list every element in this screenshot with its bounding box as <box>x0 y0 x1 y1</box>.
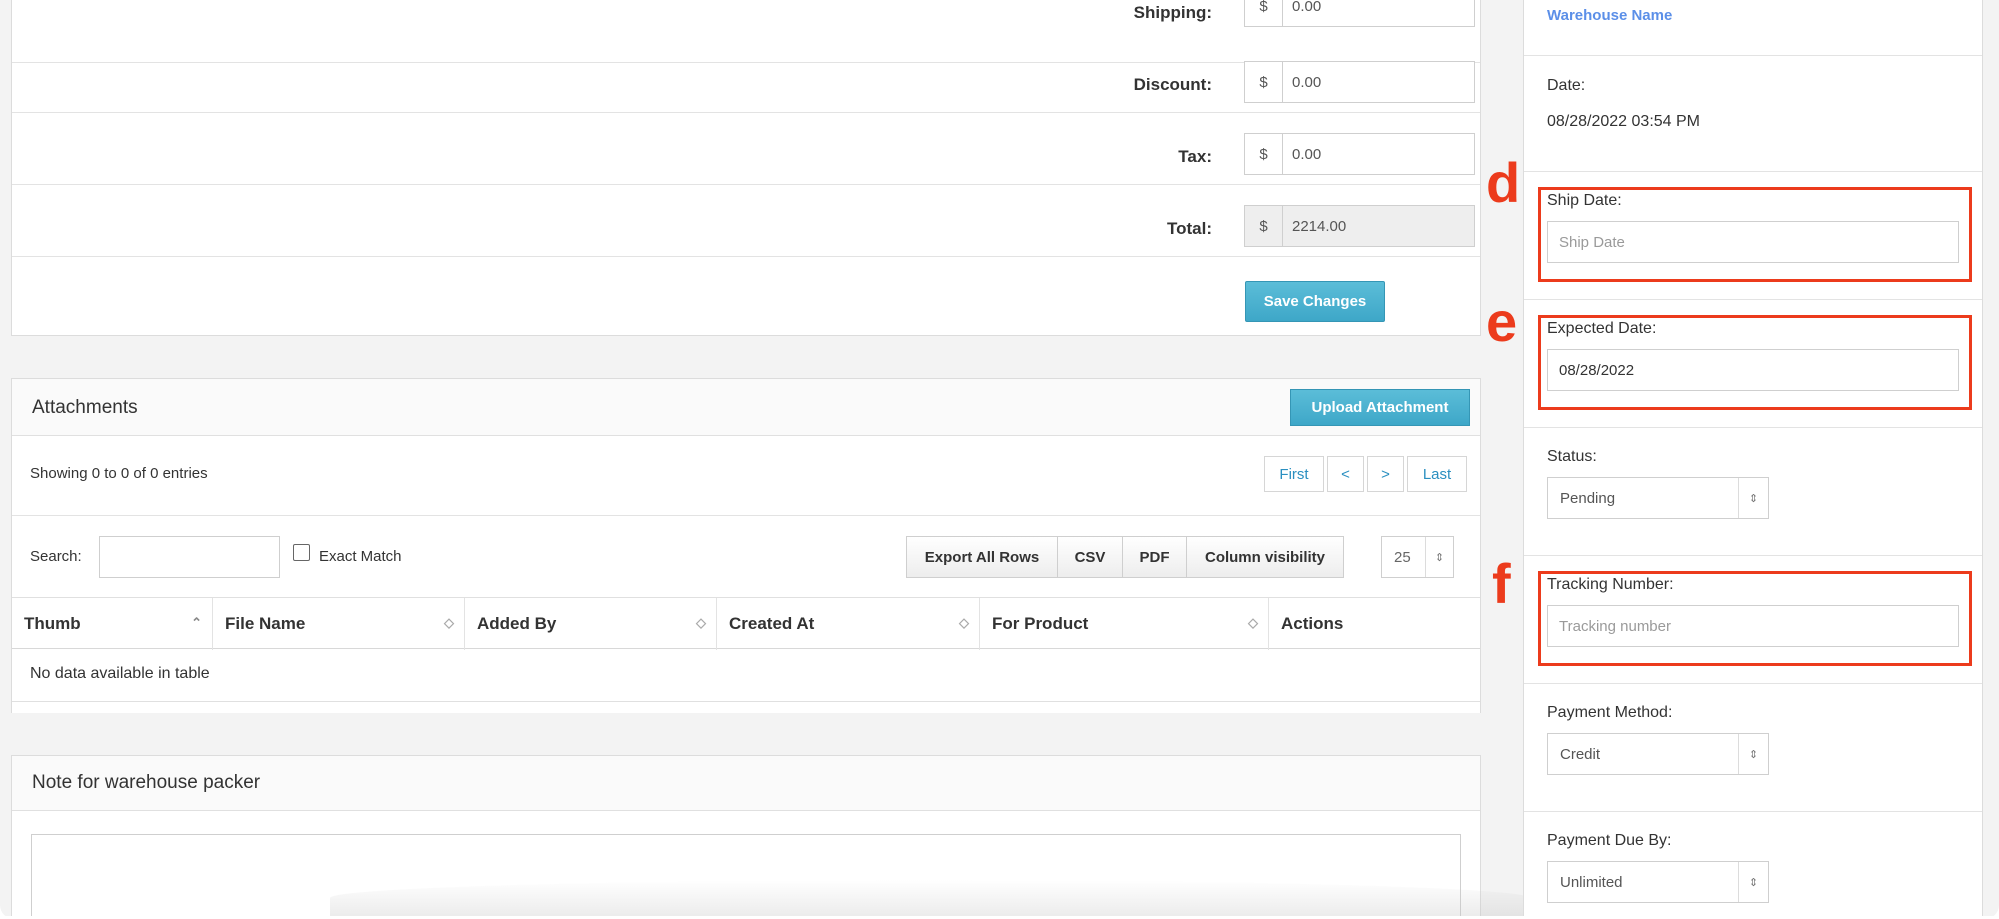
payment-method-section: Payment Method: Credit ⇕ <box>1524 684 1982 812</box>
date-value: 08/28/2022 03:54 PM <box>1547 113 1701 130</box>
annotation-box-expected-date <box>1538 315 1972 410</box>
shipping-label: Shipping: <box>1133 3 1212 22</box>
total-value: 2214.00 <box>1292 217 1347 235</box>
payment-due-value: Unlimited <box>1560 873 1623 891</box>
updown-chevron-icon: ⇕ <box>1425 537 1453 577</box>
total-label: Total: <box>1166 219 1212 238</box>
export-button-group: Export All Rows CSV PDF Column visibilit… <box>906 536 1344 578</box>
column-visibility-button[interactable]: Column visibility <box>1186 536 1344 578</box>
page-size-value: 25 <box>1394 548 1411 566</box>
search-input[interactable] <box>99 536 280 578</box>
pager-prev-button[interactable]: < <box>1327 456 1364 492</box>
order-details-sidebar: Warehouse Name Date: 08/28/2022 03:54 PM… <box>1523 0 1983 919</box>
sort-icon: ◇ <box>959 615 969 630</box>
column-label: Thumb <box>24 614 81 633</box>
status-value: Pending <box>1560 489 1616 507</box>
column-label: Added By <box>477 614 557 633</box>
exact-match-label: Exact Match <box>319 548 402 565</box>
save-changes-button[interactable]: Save Changes <box>1245 281 1385 322</box>
updown-chevron-icon: ⇕ <box>1738 862 1768 902</box>
annotation-box-ship-date <box>1538 187 1972 282</box>
export-csv-button[interactable]: CSV <box>1057 536 1123 578</box>
payment-due-section: Payment Due By: Unlimited ⇕ <box>1524 812 1982 919</box>
currency-prefix: $ <box>1245 0 1283 26</box>
pager-first-button[interactable]: First <box>1264 456 1324 492</box>
column-header-created-at[interactable]: Created At ◇ <box>717 598 980 650</box>
payment-due-label: Payment Due By: <box>1547 832 1672 849</box>
date-label: Date: <box>1547 77 1586 94</box>
pager-last-button[interactable]: Last <box>1407 456 1467 492</box>
export-pdf-button[interactable]: PDF <box>1122 536 1187 578</box>
pager-next-button[interactable]: > <box>1367 456 1404 492</box>
discount-value: 0.00 <box>1292 73 1322 91</box>
tax-input[interactable]: $ 0.00 <box>1244 133 1475 175</box>
tax-value: 0.00 <box>1292 145 1322 163</box>
status-section: Status: Pending ⇕ <box>1524 428 1982 556</box>
sort-asc-icon: ⌃ <box>191 615 202 630</box>
total-row: Total: $ 2214.00 <box>12 185 1480 257</box>
sort-icon: ◇ <box>1248 615 1258 630</box>
payment-method-value: Credit <box>1560 745 1601 763</box>
attachments-header: Attachments Upload Attachment <box>12 379 1480 436</box>
tax-label: Tax: <box>1178 147 1212 166</box>
payment-due-select[interactable]: Unlimited ⇕ <box>1547 861 1769 903</box>
currency-prefix: $ <box>1245 206 1283 246</box>
sort-icon: ◇ <box>444 615 454 630</box>
attachments-panel: Attachments Upload Attachment Showing 0 … <box>11 378 1481 713</box>
payment-method-select[interactable]: Credit ⇕ <box>1547 733 1769 775</box>
updown-chevron-icon: ⇕ <box>1738 734 1768 774</box>
entries-info: Showing 0 to 0 of 0 entries <box>30 465 208 482</box>
note-header: Note for warehouse packer <box>12 756 1480 811</box>
page-background: Shipping: $ 0.00 Discount: $ 0.00 Tax: $… <box>0 0 1999 919</box>
column-label: For Product <box>992 614 1089 633</box>
attachments-title: Attachments <box>32 397 138 418</box>
shipping-input[interactable]: $ 0.00 <box>1244 0 1475 27</box>
date-section: Date: 08/28/2022 03:54 PM <box>1524 56 1982 172</box>
divider <box>12 701 1480 702</box>
bottom-shadow <box>330 880 1530 916</box>
page-size-select[interactable]: 25 ⇕ <box>1381 536 1454 578</box>
attachments-table-header: Thumb ⌃ File Name ◇ Added By ◇ Created A… <box>12 597 1482 650</box>
column-label: Created At <box>729 614 815 633</box>
divider <box>12 515 1480 516</box>
sort-icon: ◇ <box>696 615 706 630</box>
status-label: Status: <box>1547 448 1597 465</box>
column-header-actions: Actions <box>1269 598 1482 650</box>
pagination: First < > Last <box>1261 456 1467 492</box>
annotation-letter-d: d <box>1486 151 1521 214</box>
annotation-box-tracking-number <box>1538 571 1972 666</box>
currency-prefix: $ <box>1245 134 1283 174</box>
payment-method-label: Payment Method: <box>1547 704 1673 721</box>
status-select[interactable]: Pending ⇕ <box>1547 477 1769 519</box>
column-label: Actions <box>1281 614 1344 633</box>
currency-prefix: $ <box>1245 62 1283 102</box>
column-header-thumb[interactable]: Thumb ⌃ <box>12 598 213 650</box>
exact-match-checkbox[interactable] <box>293 544 310 561</box>
updown-chevron-icon: ⇕ <box>1738 478 1768 518</box>
annotation-letter-f: f <box>1492 552 1511 615</box>
warehouse-name-link[interactable]: Warehouse Name <box>1547 7 1672 24</box>
discount-row: Discount: $ 0.00 <box>12 41 1480 113</box>
note-title: Note for warehouse packer <box>32 772 261 793</box>
warehouse-section: Warehouse Name <box>1524 0 1982 56</box>
discount-input[interactable]: $ 0.00 <box>1244 61 1475 103</box>
column-header-added-by[interactable]: Added By ◇ <box>465 598 717 650</box>
discount-label: Discount: <box>1133 75 1212 94</box>
column-label: File Name <box>225 614 306 633</box>
annotation-letter-e: e <box>1486 290 1518 353</box>
export-all-rows-button[interactable]: Export All Rows <box>906 536 1058 578</box>
total-input: $ 2214.00 <box>1244 205 1475 247</box>
order-totals-panel: Shipping: $ 0.00 Discount: $ 0.00 Tax: $… <box>11 0 1481 336</box>
column-header-file-name[interactable]: File Name ◇ <box>213 598 465 650</box>
search-label: Search: <box>30 548 82 565</box>
shipping-value: 0.00 <box>1292 0 1322 15</box>
upload-attachment-button[interactable]: Upload Attachment <box>1290 389 1470 426</box>
column-header-for-product[interactable]: For Product ◇ <box>980 598 1269 650</box>
empty-table-message: No data available in table <box>30 665 210 682</box>
tax-row: Tax: $ 0.00 <box>12 113 1480 185</box>
